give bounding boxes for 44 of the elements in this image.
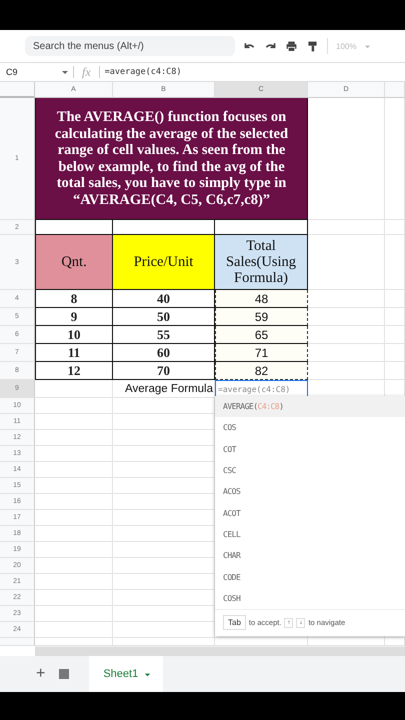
table-cell: 48 [215,290,308,308]
suggestion-item[interactable]: COSH [215,588,405,609]
suggestion-item[interactable]: CSC [215,460,405,482]
tab-key: Tab [223,615,246,630]
table-header-cell: Price/Unit [113,235,215,290]
suggestion-item[interactable]: ACOS [215,481,405,502]
print-icon[interactable] [285,40,298,52]
add-sheet-button[interactable]: + [36,665,46,683]
suggestion-item[interactable]: CELL [215,524,405,546]
suggestion-item[interactable]: COT [215,438,405,460]
empty-cell [385,326,405,344]
empty-cell [385,344,405,362]
table-cell: Average Formula [113,380,215,398]
sheet-tab[interactable]: Sheet1 [89,656,164,692]
paint-format-icon[interactable] [306,40,319,52]
table-cell: 82 [215,362,308,380]
table-cell: 11 [35,344,113,362]
table-cell: 65 [215,326,308,344]
table-cell: 8 [35,290,113,308]
table-header-cell: Qnt. [35,235,113,290]
empty-cell [385,290,405,308]
cell-reference[interactable]: C9 [0,67,61,77]
table-cell: 9 [35,308,113,326]
formula-field[interactable]: =average(c4:C8) [100,67,182,77]
table-cell: The AVERAGE() function focuses on calculating the average of the selected range of cell values. As seen from the below example, to find the avg of the total sales, you have to simply type in “AVERAGE(C4, C5, C6,c7,c8)” [35,98,308,220]
suggestion-item[interactable]: ACOT [215,502,405,524]
empty-cell [385,308,405,326]
empty-cell [385,235,405,290]
search-field[interactable]: Search the menus (Alt+/) [25,36,235,56]
table-cell: 12 [35,362,113,380]
suggestion-item[interactable]: COS [215,417,405,439]
table-header-cell: Total Sales(Using Formula) [215,235,308,290]
caret-icon[interactable] [144,670,152,678]
empty-cell [385,220,405,235]
suggestion-item[interactable]: AVERAGE(C4:C8) [215,396,405,418]
suggestion-item[interactable]: CODE [215,566,405,588]
function-label: fx [81,64,92,80]
suggestion-item[interactable]: CHAR [215,545,405,566]
caret-icon[interactable] [61,68,69,76]
table-cell: 10 [35,326,113,344]
table-cell: 59 [215,308,308,326]
horizontal-scrollbar[interactable] [35,646,405,656]
table-cell: 71 [215,344,308,362]
sheet-list-icon[interactable] [59,669,70,679]
